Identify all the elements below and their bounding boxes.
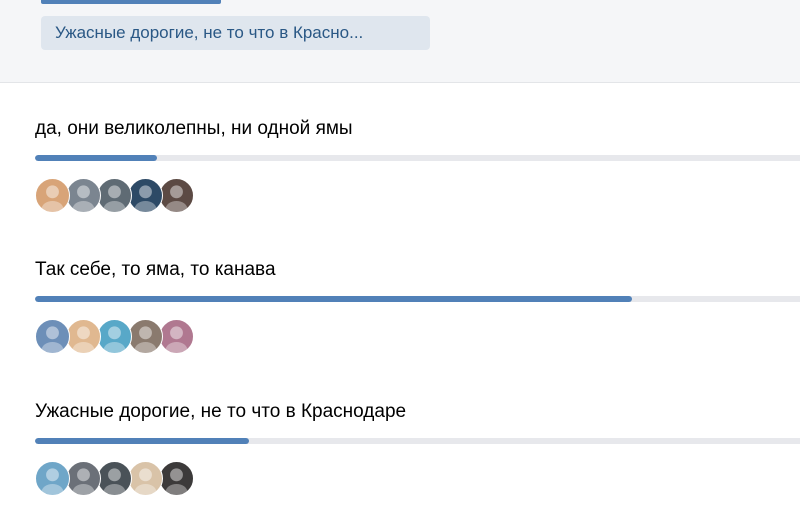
person-icon — [134, 467, 157, 495]
poll-option-progress-fill — [35, 155, 158, 161]
poll-option-progress-fill — [35, 296, 632, 302]
person-icon — [134, 184, 157, 212]
poll-option-3[interactable]: Ужасные дорогие, не то что в Краснодаре — [35, 400, 800, 496]
voter-avatar[interactable] — [35, 460, 70, 496]
person-icon — [165, 184, 188, 212]
voter-avatar[interactable] — [66, 460, 101, 496]
poll-option-voters[interactable] — [35, 176, 194, 214]
person-icon — [134, 325, 157, 353]
voter-avatar[interactable] — [97, 318, 132, 354]
poll-option-progress-track — [35, 438, 800, 444]
poll-option-label: Ужасные дорогие, не то что в Краснодаре — [35, 401, 407, 422]
person-icon — [72, 325, 95, 353]
poll-option-voters[interactable] — [35, 459, 194, 497]
poll-option-2[interactable]: Так себе, то яма, то канава — [35, 258, 800, 354]
voter-avatar[interactable] — [97, 177, 132, 213]
person-icon — [103, 467, 126, 495]
person-icon — [41, 325, 64, 353]
voter-avatar[interactable] — [128, 460, 163, 496]
person-icon — [165, 325, 188, 353]
poll-option-voters[interactable] — [35, 317, 194, 355]
person-icon — [41, 467, 64, 495]
person-icon — [103, 184, 126, 212]
poll-option-label: да, они великолепны, ни одной ямы — [35, 118, 353, 139]
voter-avatar[interactable] — [159, 460, 194, 496]
poll-option-1[interactable]: да, они великолепны, ни одной ямы — [35, 117, 800, 213]
poll-results-page: Ужасные дорогие, не то что в Красно... д… — [0, 0, 800, 521]
selected-answer-chip[interactable]: Ужасные дорогие, не то что в Красно... — [41, 16, 430, 50]
poll-option-progress-track — [35, 296, 800, 302]
voter-avatar[interactable] — [159, 177, 194, 213]
poll-option-progress-fill — [35, 438, 250, 444]
person-icon — [72, 184, 95, 212]
previous-option-bar — [41, 0, 221, 4]
voter-avatar[interactable] — [35, 177, 70, 213]
voter-avatar[interactable] — [159, 318, 194, 354]
person-icon — [103, 325, 126, 353]
voter-avatar[interactable] — [128, 318, 163, 354]
poll-option-label: Так себе, то яма, то канава — [35, 259, 276, 280]
poll-header-area: Ужасные дорогие, не то что в Красно... — [0, 0, 800, 83]
voter-avatar[interactable] — [35, 318, 70, 354]
person-icon — [72, 467, 95, 495]
poll-option-progress-track — [35, 155, 800, 161]
person-icon — [165, 467, 188, 495]
voter-avatar[interactable] — [66, 177, 101, 213]
voter-avatar[interactable] — [66, 318, 101, 354]
voter-avatar[interactable] — [128, 177, 163, 213]
person-icon — [41, 184, 64, 212]
voter-avatar[interactable] — [97, 460, 132, 496]
